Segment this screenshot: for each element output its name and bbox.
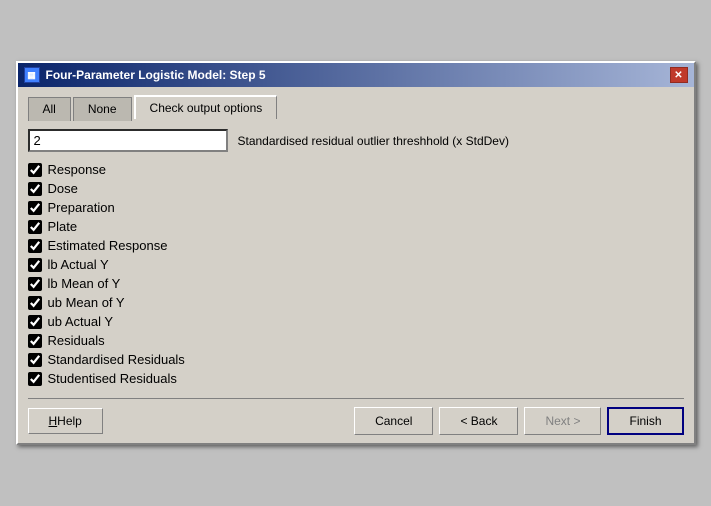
threshold-label: Standardised residual outlier threshhold…	[238, 134, 509, 148]
list-item: Estimated Response	[28, 238, 684, 253]
preparation-checkbox[interactable]	[28, 201, 42, 215]
list-item: ub Mean of Y	[28, 295, 684, 310]
tab-none[interactable]: None	[73, 97, 132, 121]
list-item: Preparation	[28, 200, 684, 215]
cancel-button[interactable]: Cancel	[354, 407, 433, 435]
ub-actual-y-checkbox[interactable]	[28, 315, 42, 329]
main-window: ▦ Four-Parameter Logistic Model: Step 5 …	[16, 61, 696, 445]
estimated-response-label[interactable]: Estimated Response	[48, 238, 168, 253]
ub-mean-of-y-checkbox[interactable]	[28, 296, 42, 310]
tab-bar: All None Check output options	[28, 95, 684, 119]
lb-mean-of-y-checkbox[interactable]	[28, 277, 42, 291]
help-button[interactable]: HHelp	[28, 408, 103, 434]
studentised-residuals-checkbox[interactable]	[28, 372, 42, 386]
next-button[interactable]: Next >	[524, 407, 601, 435]
list-item: Studentised Residuals	[28, 371, 684, 386]
button-row: HHelp Cancel < Back Next > Finish	[28, 398, 684, 435]
estimated-response-checkbox[interactable]	[28, 239, 42, 253]
threshold-input[interactable]	[28, 129, 228, 152]
lb-actual-y-label[interactable]: lb Actual Y	[48, 257, 109, 272]
standardised-residuals-label[interactable]: Standardised Residuals	[48, 352, 185, 367]
lb-actual-y-checkbox[interactable]	[28, 258, 42, 272]
dose-checkbox[interactable]	[28, 182, 42, 196]
app-icon: ▦	[24, 67, 40, 83]
residuals-checkbox[interactable]	[28, 334, 42, 348]
list-item: Residuals	[28, 333, 684, 348]
content-area: All None Check output options Standardis…	[18, 87, 694, 443]
ub-mean-of-y-label[interactable]: ub Mean of Y	[48, 295, 125, 310]
plate-checkbox[interactable]	[28, 220, 42, 234]
threshold-row: Standardised residual outlier threshhold…	[28, 129, 684, 152]
list-item: Dose	[28, 181, 684, 196]
response-checkbox[interactable]	[28, 163, 42, 177]
studentised-residuals-label[interactable]: Studentised Residuals	[48, 371, 177, 386]
finish-button[interactable]: Finish	[607, 407, 683, 435]
standardised-residuals-checkbox[interactable]	[28, 353, 42, 367]
tab-all[interactable]: All	[28, 97, 71, 121]
list-item: Plate	[28, 219, 684, 234]
list-item: ub Actual Y	[28, 314, 684, 329]
plate-label[interactable]: Plate	[48, 219, 78, 234]
response-label[interactable]: Response	[48, 162, 107, 177]
window-title: Four-Parameter Logistic Model: Step 5	[46, 68, 266, 82]
list-item: Standardised Residuals	[28, 352, 684, 367]
preparation-label[interactable]: Preparation	[48, 200, 115, 215]
tab-check-output[interactable]: Check output options	[134, 95, 278, 119]
list-item: lb Mean of Y	[28, 276, 684, 291]
back-button[interactable]: < Back	[439, 407, 518, 435]
list-item: lb Actual Y	[28, 257, 684, 272]
dose-label[interactable]: Dose	[48, 181, 78, 196]
nav-buttons: Cancel < Back Next > Finish	[354, 407, 683, 435]
ub-actual-y-label[interactable]: ub Actual Y	[48, 314, 114, 329]
checkbox-list: Response Dose Preparation Plate Estimate…	[28, 162, 684, 386]
residuals-label[interactable]: Residuals	[48, 333, 105, 348]
close-button[interactable]: ✕	[670, 67, 688, 83]
list-item: Response	[28, 162, 684, 177]
title-bar: ▦ Four-Parameter Logistic Model: Step 5 …	[18, 63, 694, 87]
lb-mean-of-y-label[interactable]: lb Mean of Y	[48, 276, 121, 291]
